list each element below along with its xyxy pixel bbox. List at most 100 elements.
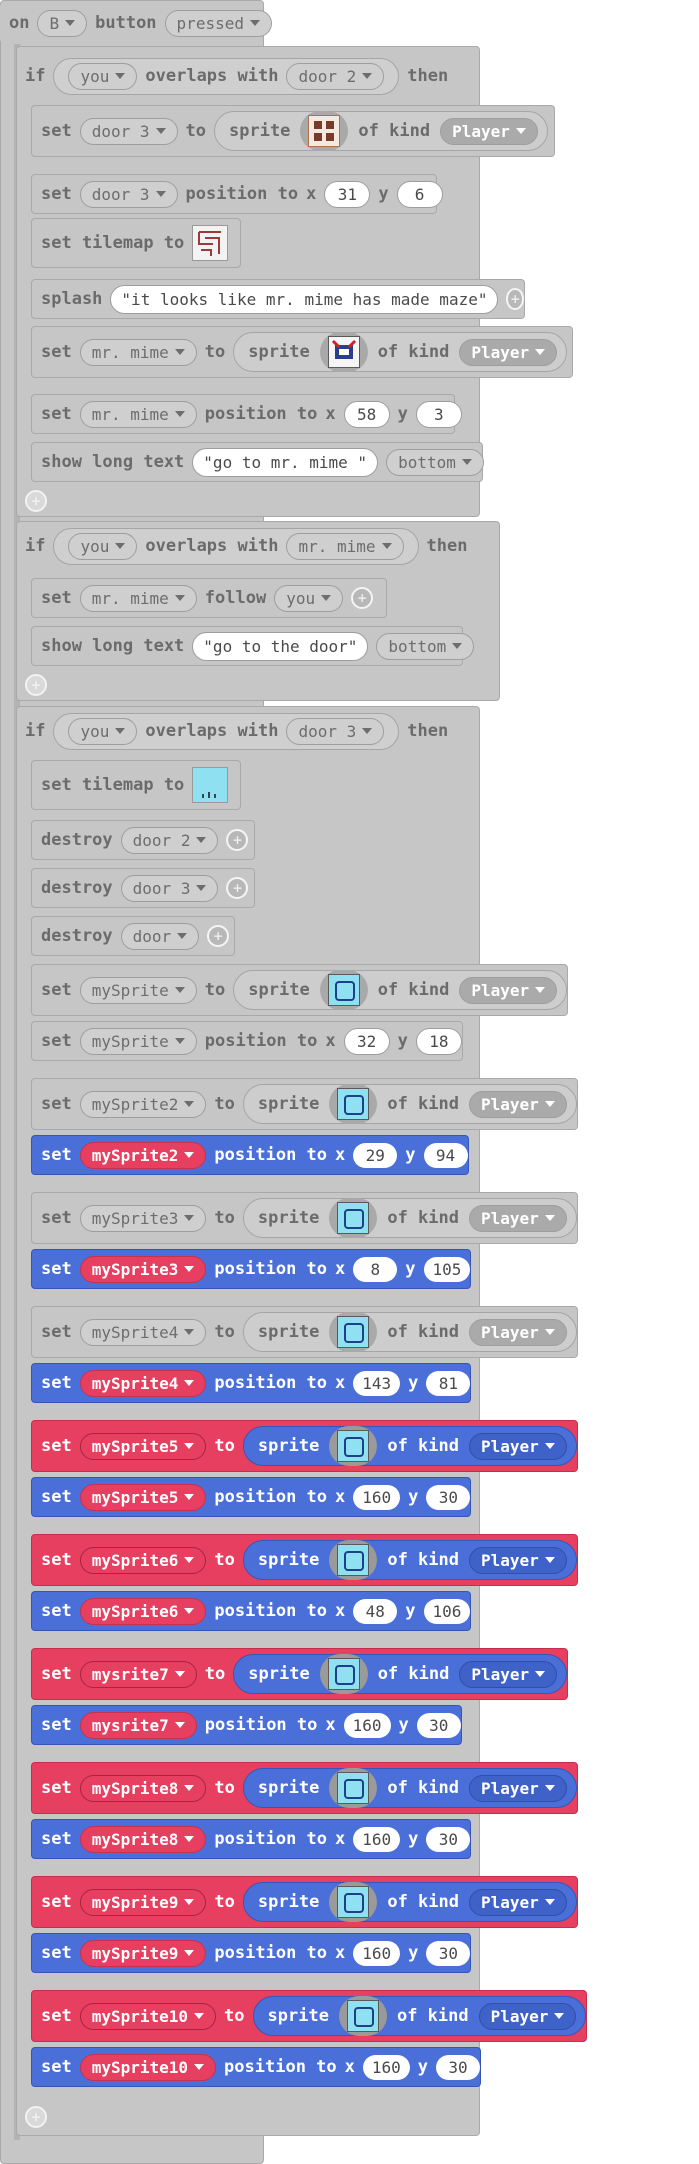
- add-parameter-icon[interactable]: +: [506, 288, 524, 310]
- set-sprite-block[interactable]: set mySprite9 to sprite of kind Player: [31, 1876, 578, 1928]
- variable-dropdown[interactable]: door 3: [79, 117, 178, 145]
- x-input[interactable]: 8: [353, 1256, 398, 1282]
- variable-dropdown[interactable]: mySprite3: [79, 1255, 207, 1283]
- sprite-create-slot[interactable]: sprite of kind Player: [252, 1996, 587, 2036]
- sprite-create-slot[interactable]: sprite of kind Player: [242, 1426, 577, 1466]
- add-parameter-icon[interactable]: +: [351, 587, 374, 609]
- sprite-b-dropdown[interactable]: door 3: [286, 717, 385, 745]
- sprite-create-slot[interactable]: sprite of kind Player: [242, 1768, 577, 1808]
- variable-dropdown[interactable]: mySprite3: [79, 1204, 207, 1232]
- kind-dropdown[interactable]: Player: [468, 1204, 567, 1232]
- sprite-create-slot[interactable]: sprite of kind Player: [233, 970, 568, 1010]
- long-text-input[interactable]: "go to the door": [192, 631, 369, 661]
- kind-dropdown[interactable]: Player: [468, 1090, 567, 1118]
- follow-block[interactable]: set mr. mime follow you +: [31, 578, 387, 618]
- sprite-image-icon[interactable]: [319, 332, 368, 372]
- show-long-text-block[interactable]: show long text "go to the door" bottom: [31, 626, 475, 666]
- set-position-block[interactable]: set mySprite5 position to x 160 y 30: [31, 1477, 472, 1517]
- destroy-block[interactable]: destroy door +: [31, 916, 235, 956]
- overlap-condition[interactable]: you overlaps with door 3: [53, 712, 400, 750]
- destroy-block[interactable]: destroy door 3 +: [31, 868, 255, 908]
- x-input[interactable]: 143: [353, 1370, 401, 1396]
- set-sprite-block[interactable]: set mySprite2 to sprite of kind Player: [31, 1078, 578, 1130]
- sprite-a-dropdown[interactable]: you: [68, 62, 138, 90]
- add-branch-icon[interactable]: +: [25, 490, 47, 512]
- sprite-image-icon[interactable]: [329, 1198, 378, 1238]
- text-position-dropdown[interactable]: bottom: [376, 632, 475, 660]
- if2-header[interactable]: if you overlaps with mr. mime then: [16, 526, 467, 566]
- add-parameter-icon[interactable]: +: [226, 877, 249, 899]
- add-parameter-icon[interactable]: +: [226, 829, 249, 851]
- x-input[interactable]: 58: [343, 400, 390, 428]
- y-input[interactable]: 94: [423, 1142, 468, 1168]
- set-sprite-block[interactable]: set mySprite8 to sprite of kind Player: [31, 1762, 578, 1814]
- y-input[interactable]: 30: [436, 2054, 481, 2080]
- kind-dropdown[interactable]: Player: [478, 2002, 577, 2030]
- sprite-image-icon[interactable]: [329, 1426, 378, 1466]
- if1-header[interactable]: if you overlaps with door 2 then: [16, 56, 448, 96]
- y-input[interactable]: 105: [423, 1256, 471, 1282]
- variable-dropdown[interactable]: door 3: [120, 874, 219, 902]
- if3-header[interactable]: if you overlaps with door 3 then: [16, 711, 448, 751]
- set-sprite-block[interactable]: set mySprite3 to sprite of kind Player: [31, 1192, 578, 1244]
- x-input[interactable]: 160: [353, 1940, 401, 1966]
- variable-dropdown[interactable]: mySprite2: [79, 1141, 207, 1169]
- sprite-create-slot[interactable]: sprite of kind Player: [242, 1084, 577, 1124]
- overlap-condition[interactable]: you overlaps with door 2: [53, 57, 400, 95]
- y-input[interactable]: 81: [426, 1370, 471, 1396]
- x-input[interactable]: 160: [353, 1826, 401, 1852]
- sprite-image-icon[interactable]: [329, 1312, 378, 1352]
- long-text-input[interactable]: "go to mr. mime ": [192, 447, 379, 477]
- overlap-condition[interactable]: you overlaps with mr. mime: [53, 527, 419, 565]
- sprite-image-icon[interactable]: [300, 111, 349, 151]
- kind-dropdown[interactable]: Player: [468, 1774, 567, 1802]
- set-position-block[interactable]: set mysrite7 position to x 160 y 30: [31, 1705, 462, 1745]
- variable-dropdown[interactable]: door 2: [120, 826, 219, 854]
- kind-dropdown[interactable]: Player: [468, 1432, 567, 1460]
- x-input[interactable]: 160: [362, 2054, 410, 2080]
- variable-dropdown[interactable]: mysrite7: [79, 1660, 197, 1688]
- x-input[interactable]: 48: [353, 1598, 398, 1624]
- variable-dropdown[interactable]: mySprite5: [79, 1483, 207, 1511]
- sprite-a-dropdown[interactable]: you: [68, 717, 138, 745]
- splash-block[interactable]: splash "it looks like mr. mime has made …: [31, 279, 525, 319]
- sprite-a-dropdown[interactable]: you: [68, 532, 138, 560]
- sprite-create-slot[interactable]: sprite of kind Player: [242, 1882, 577, 1922]
- y-input[interactable]: 18: [415, 1027, 462, 1055]
- variable-dropdown[interactable]: door: [120, 922, 200, 950]
- sprite-create-slot[interactable]: sprite of kind Player: [242, 1312, 577, 1352]
- sprite-image-icon[interactable]: [329, 1768, 378, 1808]
- show-long-text-block[interactable]: show long text "go to mr. mime " bottom: [31, 442, 484, 482]
- set-sprite-block[interactable]: set door 3 to sprite of kind Player: [31, 105, 555, 157]
- sprite-image-icon[interactable]: [329, 1882, 378, 1922]
- destroy-block[interactable]: destroy door 2 +: [31, 820, 255, 860]
- variable-dropdown[interactable]: mySprite9: [79, 1888, 207, 1916]
- sprite-b-dropdown[interactable]: door 2: [286, 62, 385, 90]
- set-sprite-block[interactable]: set mySprite10 to sprite of kind Player: [31, 1990, 588, 2042]
- y-input[interactable]: 6: [396, 180, 443, 208]
- variable-dropdown[interactable]: mySprite: [79, 1027, 197, 1055]
- y-input[interactable]: 106: [423, 1598, 471, 1624]
- set-position-block[interactable]: set mySprite position to x 32 y 18: [31, 1021, 463, 1061]
- action-dropdown[interactable]: pressed: [164, 9, 272, 37]
- variable-dropdown[interactable]: mySprite4: [79, 1318, 207, 1346]
- set-position-block[interactable]: set mySprite8 position to x 160 y 30: [31, 1819, 472, 1859]
- variable-dropdown[interactable]: mr. mime: [79, 400, 197, 428]
- sprite-image-icon[interactable]: [338, 1996, 387, 2036]
- y-input[interactable]: 30: [416, 1712, 461, 1738]
- kind-dropdown[interactable]: Player: [459, 1660, 558, 1688]
- x-input[interactable]: 31: [324, 180, 371, 208]
- sprite-image-icon[interactable]: [329, 1540, 378, 1580]
- y-input[interactable]: 30: [426, 1940, 471, 1966]
- kind-dropdown[interactable]: Player: [440, 117, 538, 145]
- sprite-create-slot[interactable]: sprite of kind Player: [233, 1654, 568, 1694]
- variable-dropdown[interactable]: mr. mime: [79, 338, 197, 366]
- y-input[interactable]: 30: [426, 1826, 471, 1852]
- variable-dropdown[interactable]: mr. mime: [79, 584, 197, 612]
- set-sprite-block[interactable]: set mySprite to sprite of kind Player: [31, 964, 569, 1016]
- set-sprite-block[interactable]: set mySprite5 to sprite of kind Player: [31, 1420, 578, 1472]
- set-position-block[interactable]: set mySprite4 position to x 143 y 81: [31, 1363, 472, 1403]
- set-position-block[interactable]: set mySprite3 position to x 8 y 105: [31, 1249, 472, 1289]
- sprite-create-slot[interactable]: sprite of kind Player: [242, 1198, 577, 1238]
- sprite-create-slot[interactable]: sprite of kind Player: [214, 111, 548, 151]
